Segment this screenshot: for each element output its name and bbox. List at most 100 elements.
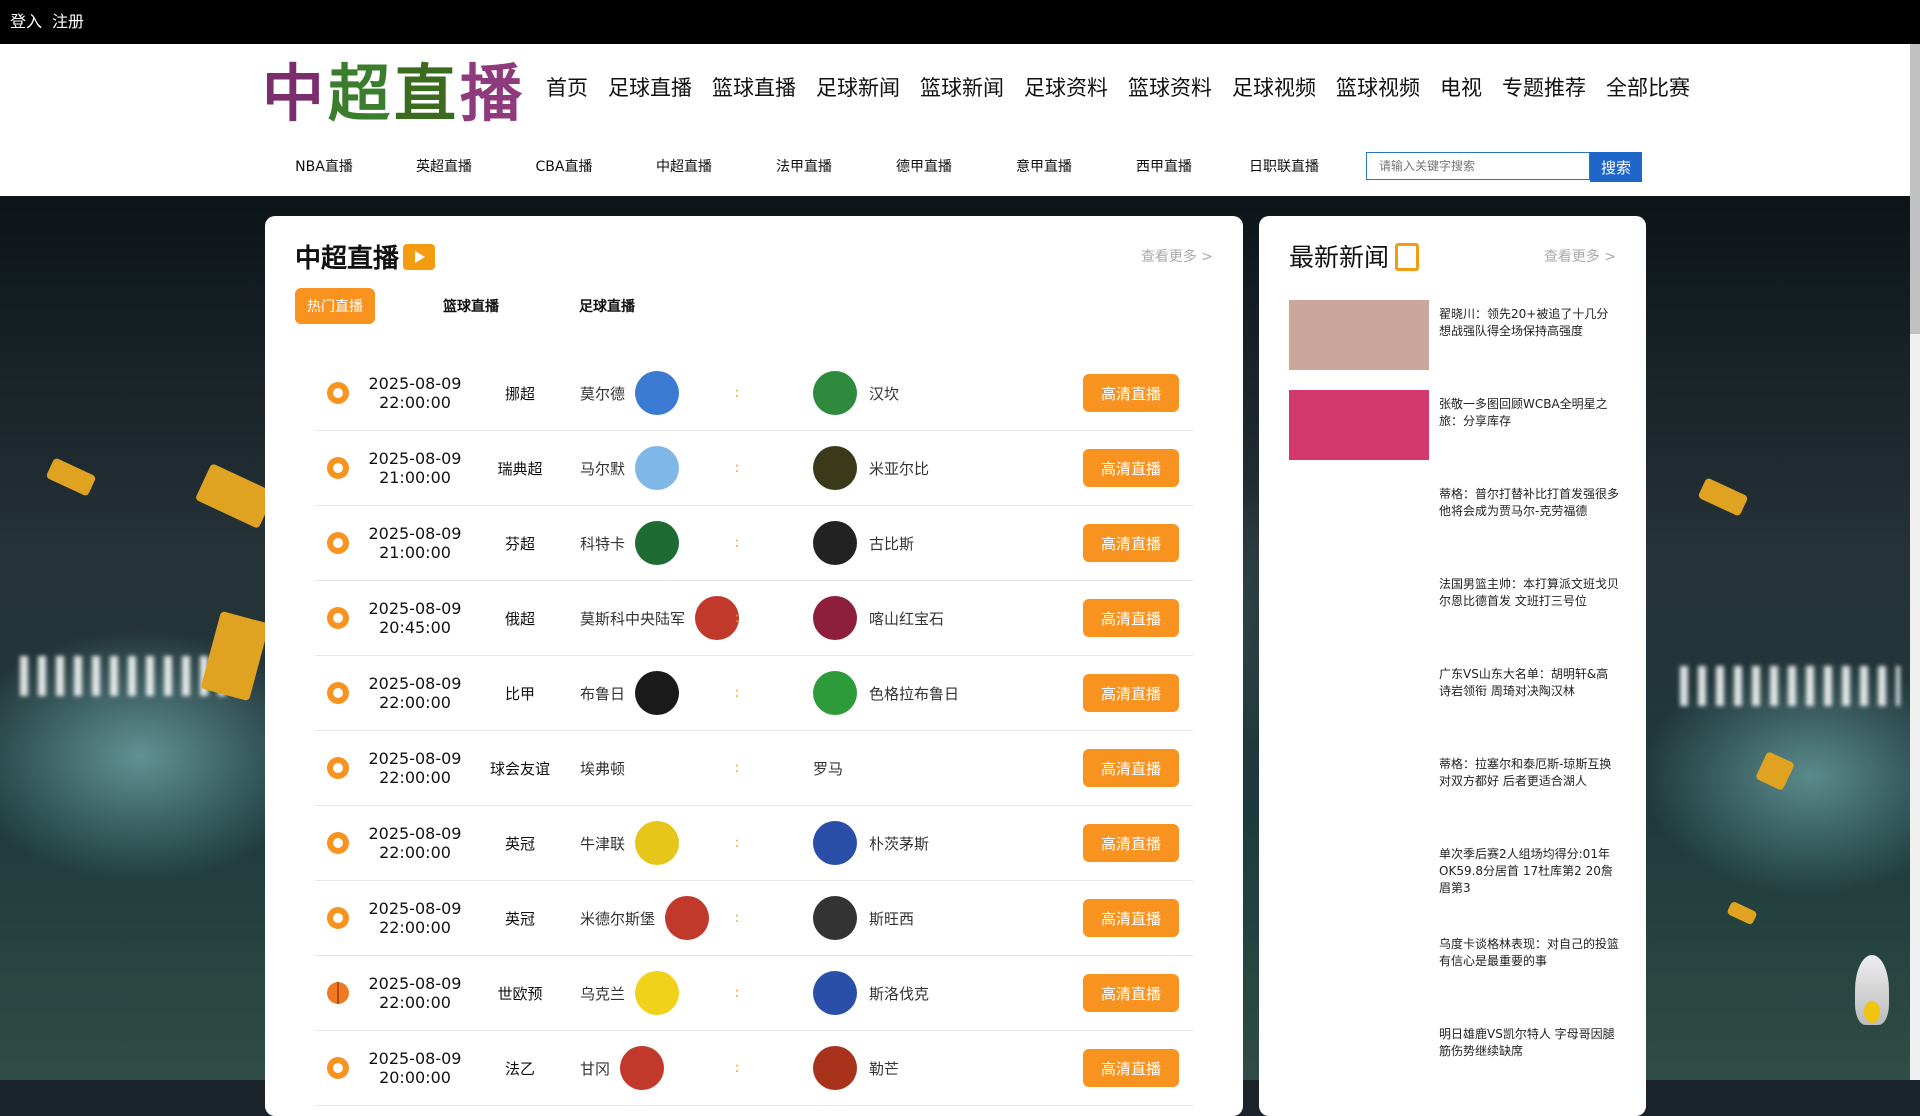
match-row: 2025-08-09 22:00:00 球会友谊 埃弗顿 : 罗马 高清直播 xyxy=(315,731,1193,806)
main-nav-item[interactable]: 足球资料 xyxy=(1024,72,1108,102)
league-name: 世欧预 xyxy=(497,984,543,1003)
sub-nav-item[interactable]: 中超直播 xyxy=(624,156,744,176)
news-headline[interactable]: 法国男篮主帅：本打算派文班戈贝尔恩比德首发 文班打三号位 xyxy=(1439,576,1619,610)
away-team-name: 喀山红宝石 xyxy=(869,609,945,628)
news-headline[interactable]: 广东VS山东大名单：胡明轩&高诗岩领衔 周琦对决陶汉林 xyxy=(1439,666,1619,700)
hd-live-button[interactable]: 高清直播 xyxy=(1083,449,1179,487)
news-title-text: 最新新闻 xyxy=(1289,243,1390,272)
login-link[interactable]: 登入 xyxy=(10,12,42,31)
news-headline[interactable]: 明日雄鹿VS凯尔特人 字母哥因腿筋伤势继续缺席 xyxy=(1439,1026,1619,1060)
live-panel: 中超直播 查看更多 > 热门直播 篮球直播 足球直播 2025-08-09 22:… xyxy=(265,216,1243,1116)
sub-nav-item[interactable]: 日职联直播 xyxy=(1224,156,1344,176)
news-headline[interactable]: 翟晓川：领先20+被追了十几分 想战强队得全场保持高强度 xyxy=(1439,306,1619,340)
sub-nav-item[interactable]: CBA直播 xyxy=(504,156,624,176)
away-team: 罗马 xyxy=(813,731,1063,805)
away-team-name: 斯旺西 xyxy=(869,909,915,928)
home-team: 甘冈 xyxy=(580,1031,750,1105)
match-date: 2025-08-09 xyxy=(368,449,462,468)
home-team: 莫尔德 xyxy=(580,356,750,430)
news-item[interactable]: 翟晓川：领先20+被追了十几分 想战强队得全场保持高强度 xyxy=(1289,300,1619,390)
news-headline[interactable]: 乌度卡谈格林表现：对自己的投篮有信心是最重要的事 xyxy=(1439,936,1619,970)
hd-live-button[interactable]: 高清直播 xyxy=(1083,374,1179,412)
news-item[interactable]: 蒂格：普尔打替补比打首发强很多 他将会成为贾马尔-克劳福德 xyxy=(1289,480,1619,570)
hd-live-button[interactable]: 高清直播 xyxy=(1083,599,1179,637)
sub-nav-item[interactable]: 法甲直播 xyxy=(744,156,864,176)
search-button[interactable]: 搜索 xyxy=(1590,152,1642,182)
main-nav-item[interactable]: 篮球视频 xyxy=(1336,72,1420,102)
main-nav-item[interactable]: 专题推荐 xyxy=(1502,72,1586,102)
home-team-crest-icon xyxy=(620,1046,665,1090)
score-separator: : xyxy=(734,685,740,701)
match-list: 2025-08-09 22:00:00 挪超 莫尔德 : 汉坎 高清直播 2025… xyxy=(315,356,1193,1106)
tab-basketball-live[interactable]: 篮球直播 xyxy=(443,296,499,316)
page-scrollbar[interactable] xyxy=(1910,44,1920,1080)
main-nav-item[interactable]: 篮球直播 xyxy=(712,72,796,102)
news-item[interactable]: 广东VS山东大名单：胡明轩&高诗岩领衔 周琦对决陶汉林 xyxy=(1289,660,1619,750)
main-nav-item[interactable]: 电视 xyxy=(1440,72,1482,102)
hd-live-button[interactable]: 高清直播 xyxy=(1083,1049,1179,1087)
sport-type xyxy=(327,806,351,880)
news-thumbnail[interactable] xyxy=(1289,390,1429,460)
home-team-name: 乌克兰 xyxy=(580,984,626,1003)
away-team: 汉坎 xyxy=(813,356,1063,430)
home-team-name: 马尔默 xyxy=(580,459,626,478)
sub-nav-item[interactable]: 德甲直播 xyxy=(864,156,984,176)
main-nav-item[interactable]: 篮球资料 xyxy=(1128,72,1212,102)
hd-live-button[interactable]: 高清直播 xyxy=(1083,524,1179,562)
main-nav-item[interactable]: 足球直播 xyxy=(608,72,692,102)
hd-live-button[interactable]: 高清直播 xyxy=(1083,674,1179,712)
hd-live-button[interactable]: 高清直播 xyxy=(1083,974,1179,1012)
news-item[interactable]: 张敬一多图回顾WCBA全明星之旅：分享库存 xyxy=(1289,390,1619,480)
search-input[interactable] xyxy=(1366,152,1590,180)
news-headline[interactable]: 张敬一多图回顾WCBA全明星之旅：分享库存 xyxy=(1439,396,1619,430)
hd-live-button[interactable]: 高清直播 xyxy=(1083,749,1179,787)
news-item[interactable]: 单次季后赛2人组场均得分:01年OK59.8分居首 17杜库第2 20詹眉第3 xyxy=(1289,840,1619,930)
away-team-name: 米亚尔比 xyxy=(869,459,930,478)
news-item[interactable]: 明日雄鹿VS凯尔特人 字母哥因腿筋伤势继续缺席 xyxy=(1289,1020,1619,1110)
score-separator: : xyxy=(734,535,740,551)
live-panel-title: 中超直播 xyxy=(295,238,436,275)
back-to-top-rocket-icon[interactable] xyxy=(1855,955,1889,1025)
sport-type xyxy=(327,1031,351,1105)
main-nav-item[interactable]: 足球视频 xyxy=(1232,72,1316,102)
match-row: 2025-08-09 20:00:00 法乙 甘冈 : 勒芒 高清直播 xyxy=(315,1031,1193,1106)
confetti xyxy=(1697,477,1749,517)
news-thumbnail[interactable] xyxy=(1289,300,1429,370)
sub-nav-item[interactable]: 意甲直播 xyxy=(984,156,1104,176)
news-item[interactable]: 法国男篮主帅：本打算派文班戈贝尔恩比德首发 文班打三号位 xyxy=(1289,570,1619,660)
home-team: 莫斯科中央陆军 xyxy=(580,581,750,655)
site-header: 中超直播 首页 足球直播 篮球直播 足球新闻 篮球新闻 足球资料 篮球资料 足球视频 篮球视频电… xyxy=(0,44,1910,196)
news-list: 翟晓川：领先20+被追了十几分 想战强队得全场保持高强度 张敬一多图回顾WCBA全… xyxy=(1289,300,1619,1110)
tab-football-live[interactable]: 足球直播 xyxy=(579,296,635,316)
league-name: 球会友谊 xyxy=(489,759,550,778)
news-headline[interactable]: 蒂格：拉塞尔和泰厄斯-琼斯互换对双方都好 后者更适合湖人 xyxy=(1439,756,1619,790)
main-nav-item[interactable]: 足球新闻 xyxy=(816,72,900,102)
home-team: 科特卡 xyxy=(580,506,750,580)
sub-nav-item[interactable]: 英超直播 xyxy=(384,156,504,176)
sub-nav-item[interactable]: 西甲直播 xyxy=(1104,156,1224,176)
news-item[interactable]: 蒂格：拉塞尔和泰厄斯-琼斯互换对双方都好 后者更适合湖人 xyxy=(1289,750,1619,840)
hd-live-button[interactable]: 高清直播 xyxy=(1083,824,1179,862)
match-clock: 22:00:00 xyxy=(379,393,451,412)
match-time: 2025-08-09 21:00:00 xyxy=(367,431,463,505)
site-logo[interactable]: 中超直播 xyxy=(262,56,526,132)
main-nav-item[interactable]: 全部比赛 xyxy=(1606,72,1690,102)
football-icon xyxy=(327,907,349,929)
main-nav-item[interactable]: 首页 xyxy=(546,72,588,102)
league-name: 俄超 xyxy=(504,609,535,628)
hd-live-button[interactable]: 高清直播 xyxy=(1083,899,1179,937)
news-headline[interactable]: 蒂格：普尔打替补比打首发强很多 他将会成为贾马尔-克劳福德 xyxy=(1439,486,1619,520)
news-headline[interactable]: 单次季后赛2人组场均得分:01年OK59.8分居首 17杜库第2 20詹眉第3 xyxy=(1439,846,1619,897)
stadium-lights xyxy=(1680,666,1900,706)
sub-nav-item[interactable]: NBA直播 xyxy=(264,156,384,176)
scrollbar-thumb[interactable] xyxy=(1910,44,1920,334)
live-more-link[interactable]: 查看更多 > xyxy=(1141,246,1213,266)
sport-type xyxy=(327,881,351,955)
register-link[interactable]: 注册 xyxy=(52,12,84,31)
news-item[interactable]: 乌度卡谈格林表现：对自己的投篮有信心是最重要的事 xyxy=(1289,930,1619,1020)
main-nav-item[interactable]: 篮球新闻 xyxy=(920,72,1004,102)
tab-hot-live[interactable]: 热门直播 xyxy=(295,288,375,324)
news-more-link[interactable]: 查看更多 > xyxy=(1544,246,1616,266)
away-team-name: 勒芒 xyxy=(869,1059,900,1078)
score-separator: : xyxy=(734,985,740,1001)
